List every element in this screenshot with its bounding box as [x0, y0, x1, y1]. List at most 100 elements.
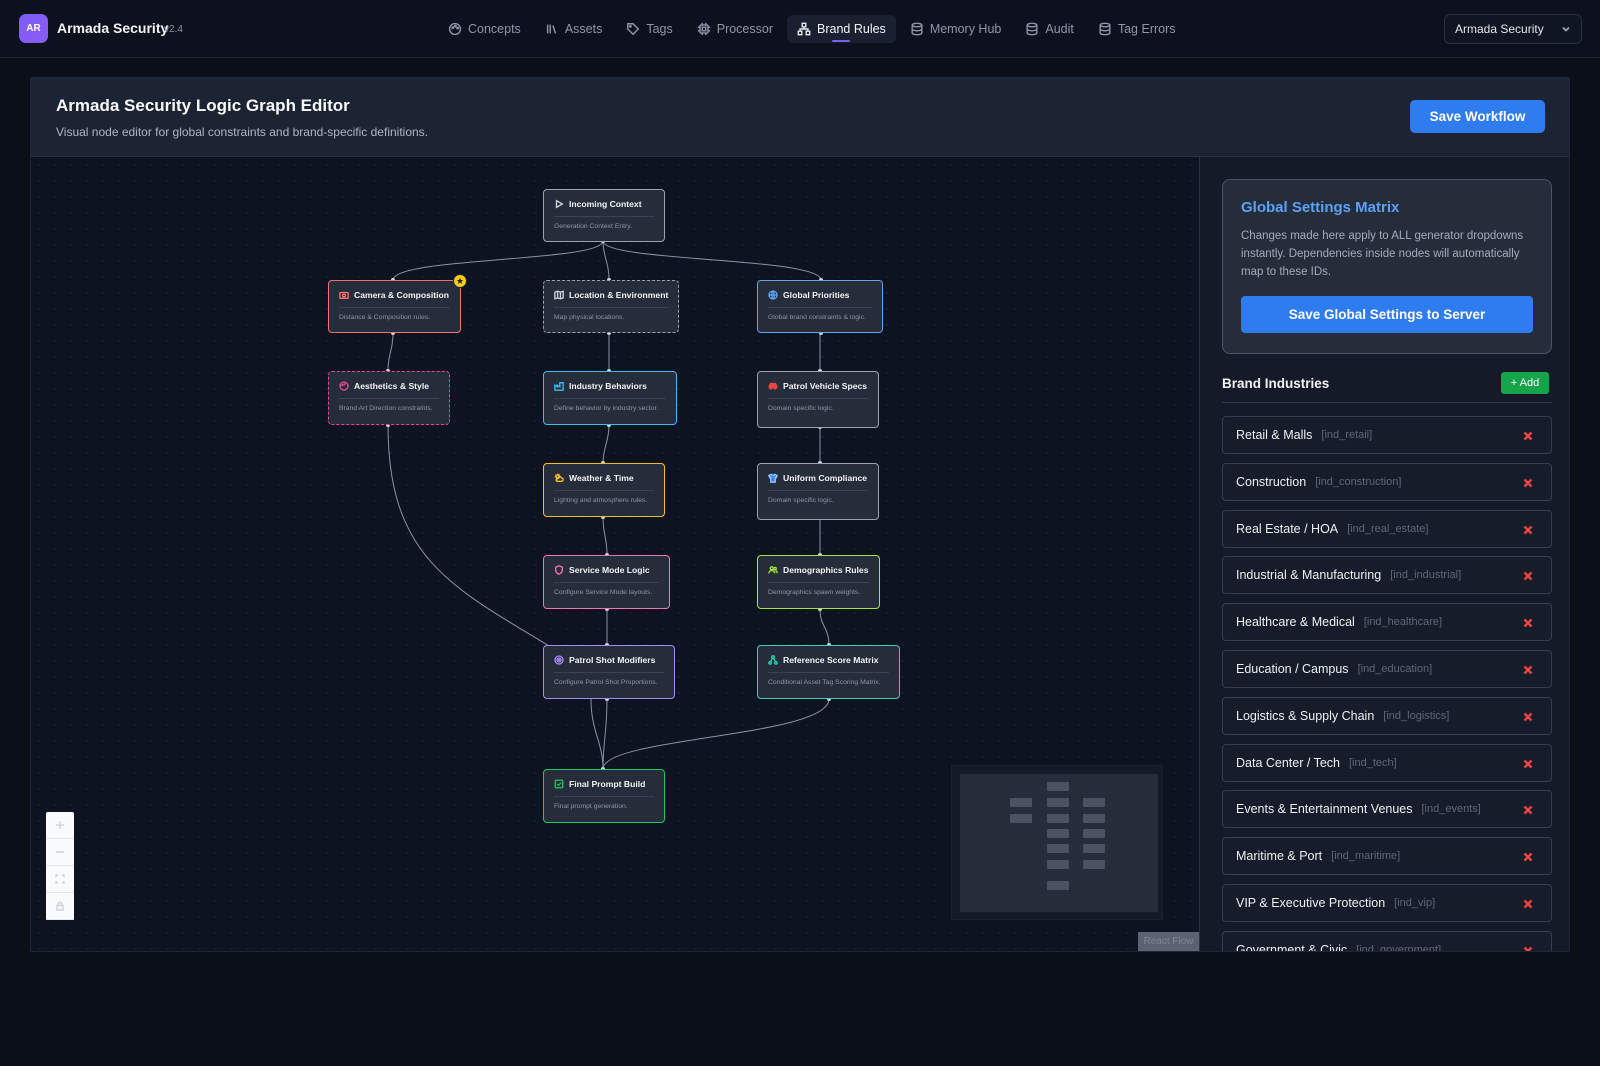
delete-industry-button[interactable] — [1522, 710, 1534, 722]
play-icon — [555, 199, 564, 209]
node-title: Reference Score Matrix — [783, 655, 879, 665]
app-logo[interactable]: AR — [19, 14, 48, 43]
delete-industry-button[interactable] — [1522, 429, 1534, 441]
save-workflow-button[interactable]: Save Workflow — [1410, 100, 1545, 133]
nav-item-tag-errors[interactable]: Tag Errors — [1088, 15, 1186, 43]
react-flow-attribution[interactable]: React Flow — [1138, 932, 1199, 951]
minimap-node — [1047, 860, 1069, 869]
node-title: Global Priorities — [783, 290, 850, 300]
industry-name: Government & Civic — [1236, 942, 1348, 951]
close-icon — [1523, 431, 1533, 441]
node-service-mode-logic[interactable]: Service Mode Logic Configure Service Mod… — [543, 555, 670, 609]
industry-name: Industrial & Manufacturing — [1236, 568, 1382, 583]
node-patrol-vehicle-specs[interactable]: Patrol Vehicle Specs Domain specific log… — [757, 371, 879, 428]
industry-name: Events & Entertainment Venues — [1236, 802, 1413, 817]
industry-name: Data Center / Tech — [1236, 755, 1340, 770]
settings-sidebar: Global Settings Matrix Changes made here… — [1199, 157, 1569, 951]
industry-row[interactable]: Maritime & Port [ind_maritime] — [1222, 837, 1552, 876]
global-settings-title: Global Settings Matrix — [1241, 199, 1400, 216]
lock-button[interactable] — [46, 893, 74, 920]
node-description: Define behavior by industry sector. — [554, 405, 659, 412]
zoom-out-button[interactable] — [46, 839, 74, 866]
tag-icon — [627, 23, 640, 36]
node-incoming-context[interactable]: Incoming Context Generation Context Entr… — [543, 189, 665, 242]
database-icon — [1099, 22, 1111, 36]
node-title: Patrol Vehicle Specs — [783, 381, 868, 391]
nav-item-tags[interactable]: Tags — [616, 15, 682, 43]
nav-item-audit[interactable]: Audit — [1015, 15, 1084, 43]
delete-industry-button[interactable] — [1522, 616, 1534, 628]
priority-badge[interactable] — [453, 274, 467, 288]
delete-industry-button[interactable] — [1522, 523, 1534, 535]
node-demographics-rules[interactable]: Demographics Rules Demographics spawn we… — [757, 555, 880, 609]
editor-panel: Armada Security Logic Graph Editor Visua… — [30, 77, 1570, 952]
minimap-node — [1047, 782, 1069, 791]
close-icon — [1523, 525, 1533, 534]
industry-row[interactable]: Events & Entertainment Venues [ind_events… — [1222, 790, 1552, 829]
industry-row[interactable]: Industrial & Manufacturing [ind_industria… — [1222, 556, 1552, 595]
nav-item-concepts[interactable]: Concepts — [438, 15, 531, 43]
delete-industry-button[interactable] — [1522, 476, 1534, 488]
close-icon — [1523, 712, 1533, 722]
minimap-node — [1047, 881, 1069, 890]
minimap[interactable] — [951, 765, 1163, 920]
node-uniform-compliance[interactable]: Uniform Compliance Domain specific logic… — [757, 463, 879, 520]
nav-item-brand-rules[interactable]: Brand Rules — [787, 15, 896, 43]
close-icon — [1523, 946, 1533, 951]
node-title: Demographics Rules — [783, 565, 869, 575]
fit-view-button[interactable] — [46, 866, 74, 893]
node-final-prompt-build[interactable]: Final Prompt Build Final prompt generati… — [543, 769, 665, 823]
nav-item-label: Memory Hub — [929, 22, 1002, 36]
delete-industry-button[interactable] — [1522, 850, 1534, 862]
nav-item-memory-hub[interactable]: Memory Hub — [900, 15, 1012, 43]
industry-id: [ind_industrial] — [1390, 569, 1462, 582]
close-icon — [1523, 852, 1533, 862]
graph-canvas[interactable]: Incoming Context Generation Context Entr… — [31, 157, 1199, 951]
industry-row[interactable]: Education / Campus [ind_education] — [1222, 649, 1552, 688]
node-title: Camera & Composition — [354, 290, 450, 300]
node-global-priorities[interactable]: Global Priorities Global brand constrain… — [757, 280, 883, 333]
delete-industry-button[interactable] — [1522, 897, 1534, 909]
node-title: Patrol Shot Modifiers — [569, 655, 656, 665]
nav-item-assets[interactable]: Assets — [535, 15, 613, 43]
node-description: Configure Patrol Shot Proportions. — [554, 679, 658, 686]
editor-header: Armada Security Logic Graph Editor Visua… — [31, 78, 1569, 157]
industry-row[interactable]: Retail & Malls [ind_retail] — [1222, 416, 1552, 454]
minimap-viewport — [960, 774, 1158, 912]
delete-industry-button[interactable] — [1522, 569, 1534, 581]
industry-row[interactable]: Logistics & Supply Chain [ind_logistics] — [1222, 696, 1552, 735]
industry-id: [ind_healthcare] — [1363, 616, 1443, 629]
delete-industry-button[interactable] — [1522, 944, 1534, 951]
node-industry-behaviors[interactable]: Industry Behaviors Define behavior by in… — [543, 371, 677, 425]
industry-row[interactable]: Healthcare & Medical [ind_healthcare] — [1222, 603, 1552, 642]
industry-row[interactable]: VIP & Executive Protection [ind_vip] — [1222, 883, 1552, 922]
industry-row[interactable]: Real Estate / HOA [ind_real_estate] — [1222, 509, 1552, 548]
nav-item-processor[interactable]: Processor — [687, 15, 783, 43]
delete-industry-button[interactable] — [1522, 757, 1534, 769]
industry-row[interactable]: Government & Civic [ind_government] — [1222, 930, 1552, 951]
page-title: Armada Security Logic Graph Editor — [56, 96, 350, 115]
node-patrol-shot-modifiers[interactable]: Patrol Shot Modifiers Configure Patrol S… — [543, 645, 675, 699]
shield-icon — [555, 565, 563, 575]
node-location-environment[interactable]: Location & Environment Map physical loca… — [543, 280, 679, 333]
delete-industry-button[interactable] — [1522, 663, 1534, 675]
node-camera-composition[interactable]: Camera & Composition Distance & Composit… — [328, 274, 467, 333]
industry-row[interactable]: Data Center / Tech [ind_tech] — [1222, 743, 1552, 782]
add-industry-button[interactable]: + Add — [1501, 372, 1549, 394]
delete-industry-button[interactable] — [1522, 803, 1534, 815]
divider — [1222, 402, 1552, 403]
save-global-settings-button[interactable]: Save Global Settings to Server — [1241, 296, 1533, 333]
zoom-in-button[interactable] — [46, 812, 74, 839]
node-aesthetics-style[interactable]: Aesthetics & Style Brand Art Direction c… — [328, 371, 450, 425]
edge — [819, 608, 830, 646]
industry-row[interactable]: Construction [ind_construction] — [1222, 462, 1552, 501]
industry-name: Healthcare & Medical — [1236, 615, 1355, 630]
fit-view-icon — [55, 874, 65, 884]
industry-id: [ind_events] — [1421, 803, 1481, 816]
node-reference-score-matrix[interactable]: Reference Score Matrix Conditional Asset… — [757, 645, 900, 699]
nav-item-label: Assets — [564, 22, 603, 36]
factory-icon — [554, 382, 564, 391]
organization-select[interactable]: Armada Security — [1444, 14, 1582, 44]
app-name: Armada Security — [57, 20, 169, 36]
node-weather-time[interactable]: Weather & Time Lighting and atmosphere r… — [543, 463, 665, 517]
